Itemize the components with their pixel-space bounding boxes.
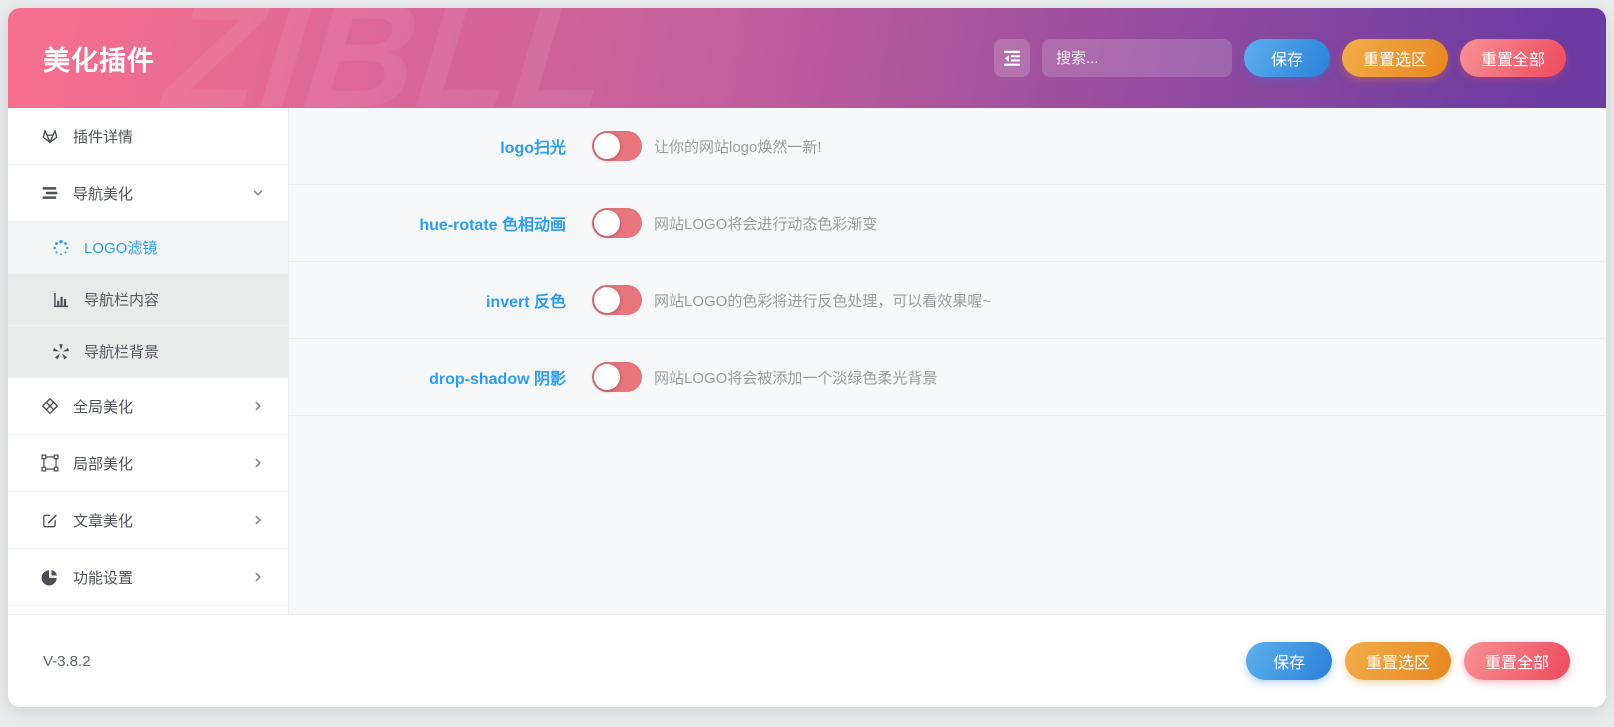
- toggle-switch[interactable]: [592, 208, 642, 238]
- collapse-menu-button[interactable]: [994, 39, 1030, 77]
- outdent-icon: [1003, 49, 1021, 67]
- sidebar-item-plugin-details[interactable]: 插件详情: [8, 108, 288, 165]
- footer-toolbar: 保存 重置选区 重置全部: [1246, 642, 1570, 680]
- chevron-right-icon: [250, 512, 266, 528]
- setting-description: 网站LOGO的色彩将进行反色处理，可以看效果喔~: [654, 290, 991, 311]
- object-group-icon: [41, 454, 59, 472]
- toggle-knob: [594, 364, 620, 390]
- sidebar-item-label: LOGO滤镜: [84, 237, 157, 258]
- spinner-icon: [52, 239, 70, 257]
- sidebar-item-label: 局部美化: [73, 453, 133, 474]
- toggle-switch[interactable]: [592, 131, 642, 161]
- chevron-right-icon: [250, 398, 266, 414]
- sidebar-item-label: 导航栏内容: [84, 289, 159, 310]
- save-button-footer[interactable]: 保存: [1246, 642, 1332, 680]
- edit-icon: [41, 511, 59, 529]
- chevron-down-icon: [250, 185, 266, 201]
- sidebar-item-logo-filter[interactable]: LOGO滤镜: [8, 222, 288, 274]
- setting-label: invert 反色: [289, 288, 566, 312]
- sidebar-item-navbar-content[interactable]: 导航栏内容: [8, 274, 288, 326]
- sidebar-item-article-beautify[interactable]: 文章美化: [8, 492, 288, 549]
- setting-row-invert: invert 反色 网站LOGO的色彩将进行反色处理，可以看效果喔~: [289, 262, 1606, 339]
- burst-icon: [52, 343, 70, 361]
- settings-panel: logo扫光 让你的网站logo焕然一新! hue-rotate 色相动画 网站…: [289, 108, 1606, 614]
- version-label: V-3.8.2: [43, 653, 91, 670]
- search-input[interactable]: [1042, 39, 1232, 77]
- setting-description: 让你的网站logo焕然一新!: [654, 136, 822, 157]
- reset-selection-button[interactable]: 重置选区: [1342, 39, 1448, 77]
- sidebar-item-navbar-background[interactable]: 导航栏背景: [8, 326, 288, 378]
- sidebar-item-label: 导航美化: [73, 183, 133, 204]
- chevron-right-icon: [250, 455, 266, 471]
- sidebar-item-local-beautify[interactable]: 局部美化: [8, 435, 288, 492]
- brand-watermark: ZIBLL: [159, 8, 618, 108]
- cube-icon: [41, 397, 59, 415]
- toggle-switch[interactable]: [592, 362, 642, 392]
- sidebar-item-global-beautify[interactable]: 全局美化: [8, 378, 288, 435]
- setting-label: logo扫光: [289, 134, 566, 158]
- sidebar-item-label: 文章美化: [73, 510, 133, 531]
- sidebar-item-label: 功能设置: [73, 567, 133, 588]
- sidebar-item-label: 全局美化: [73, 396, 133, 417]
- sidebar-item-nav-beautify[interactable]: 导航美化: [8, 165, 288, 222]
- toggle-knob: [594, 133, 620, 159]
- toggle-knob: [594, 287, 620, 313]
- sidebar: 插件详情 导航美化: [8, 108, 289, 614]
- setting-description: 网站LOGO将会被添加一个淡绿色柔光背景: [654, 367, 937, 388]
- reset-all-button[interactable]: 重置全部: [1460, 39, 1566, 77]
- footer: V-3.8.2 保存 重置选区 重置全部: [8, 614, 1606, 707]
- setting-description: 网站LOGO将会进行动态色彩渐变: [654, 213, 877, 234]
- reset-selection-button-footer[interactable]: 重置选区: [1345, 642, 1451, 680]
- plugin-settings-window: ZIBLL 美化插件 保存 重置选区 重置全部: [8, 8, 1606, 707]
- reset-all-button-footer[interactable]: 重置全部: [1464, 642, 1570, 680]
- sidebar-item-feature-settings[interactable]: 功能设置: [8, 549, 288, 606]
- setting-row-drop-shadow: drop-shadow 阴影 网站LOGO将会被添加一个淡绿色柔光背景: [289, 339, 1606, 416]
- sidebar-item-label: 插件详情: [73, 126, 133, 147]
- bar-chart-icon: [52, 291, 70, 309]
- nav-bars-icon: [41, 184, 59, 202]
- toggle-switch[interactable]: [592, 285, 642, 315]
- header: ZIBLL 美化插件 保存 重置选区 重置全部: [8, 8, 1606, 108]
- toggle-knob: [594, 210, 620, 236]
- setting-row-logo-shine: logo扫光 让你的网站logo焕然一新!: [289, 108, 1606, 185]
- chevron-right-icon: [250, 569, 266, 585]
- setting-label: hue-rotate 色相动画: [289, 211, 566, 235]
- page-title: 美化插件: [43, 39, 155, 78]
- save-button[interactable]: 保存: [1244, 39, 1330, 77]
- pie-chart-icon: [41, 568, 59, 586]
- header-toolbar: 保存 重置选区 重置全部: [994, 39, 1566, 77]
- setting-row-hue-rotate: hue-rotate 色相动画 网站LOGO将会进行动态色彩渐变: [289, 185, 1606, 262]
- setting-label: drop-shadow 阴影: [289, 365, 566, 389]
- gitlab-icon: [41, 127, 59, 145]
- sidebar-item-label: 导航栏背景: [84, 341, 159, 362]
- body: 插件详情 导航美化: [8, 108, 1606, 614]
